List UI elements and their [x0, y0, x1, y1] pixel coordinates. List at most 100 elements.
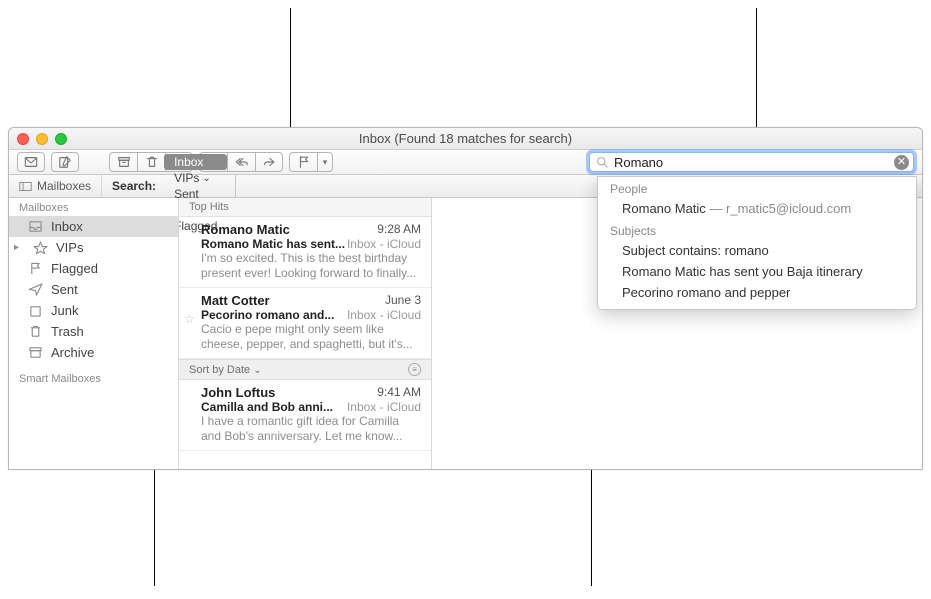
message-folder: Inbox - iCloud [347, 308, 421, 322]
chevron-down-icon: ⌄ [202, 173, 210, 184]
sidebar: Mailboxes Inbox ▸ VIPs Flagged Sent Junk Trash… [9, 198, 179, 469]
suggestion-text: Subject contains: romano [622, 243, 769, 258]
suggestion-item[interactable]: Romano Matic has sent you Baja itinerary [598, 261, 916, 282]
suggestion-text: Pecorino romano and pepper [622, 285, 790, 300]
message-subject: Camilla and Bob anni... [201, 400, 333, 414]
forward-icon [262, 155, 276, 169]
flag-group: ▾ [289, 152, 333, 172]
message-folder: Inbox - iCloud [347, 400, 421, 414]
sidebar-section-mailboxes: Mailboxes [9, 198, 178, 216]
trash-icon [27, 325, 43, 339]
star-icon [32, 241, 48, 255]
filter-icon: ≡ [412, 365, 417, 374]
trash-icon [145, 155, 159, 169]
compose-icon [58, 155, 72, 169]
suggestion-section-header: Subjects [598, 219, 916, 240]
message-time: June 3 [385, 293, 421, 308]
sidebar-item-label: Sent [51, 282, 78, 297]
vip-star-icon[interactable]: ☆ [184, 312, 195, 326]
window-controls [17, 133, 67, 145]
sent-icon [27, 283, 43, 297]
message-subject: Romano Matic has sent... [201, 237, 345, 251]
close-button[interactable] [17, 133, 29, 145]
search-field[interactable]: ✕ [589, 152, 914, 172]
sidebar-item-trash[interactable]: Trash [9, 321, 178, 342]
suggestion-item[interactable]: Pecorino romano and pepper [598, 282, 916, 303]
window-title: Inbox (Found 18 matches for search) [359, 131, 572, 146]
flag-menu-button[interactable]: ▾ [317, 152, 333, 172]
archive-button[interactable] [109, 152, 137, 172]
sidebar-item-label: Inbox [51, 219, 83, 234]
junk-icon [27, 304, 43, 318]
mail-window: Inbox (Found 18 matches for search) [8, 127, 923, 470]
search-suggestions: PeopleRomano Matic — r_matic5@icloud.com… [597, 176, 917, 310]
clear-search-button[interactable]: ✕ [894, 155, 909, 170]
filter-tab-vips[interactable]: VIPs⌄ [164, 170, 227, 186]
archive-box-icon [117, 155, 131, 169]
reply-all-icon [235, 155, 249, 169]
sidebar-item-label: Flagged [51, 261, 98, 276]
message-preview: I'm so excited. This is the best birthda… [201, 251, 421, 281]
sort-label: Sort by Date [189, 364, 250, 376]
minimize-button[interactable] [36, 133, 48, 145]
sidebar-item-label: VIPs [56, 240, 83, 255]
sidebar-item-archive[interactable]: Archive [9, 342, 178, 363]
flag-icon [297, 155, 311, 169]
filter-unread-button[interactable]: ≡ [408, 363, 421, 376]
mailboxes-toggle[interactable]: Mailboxes [9, 175, 102, 197]
delete-button[interactable] [137, 152, 165, 172]
compose-button[interactable] [51, 152, 79, 172]
sidebar-item-label: Junk [51, 303, 78, 318]
message-from: Matt Cotter [201, 293, 270, 308]
message-time: 9:28 AM [377, 222, 421, 237]
message-preview: I have a romantic gift idea for Camilla … [201, 414, 421, 444]
message-list-header: Top Hits [179, 198, 431, 217]
sidebar-item-vips[interactable]: ▸ VIPs [9, 237, 178, 258]
filter-tab-inbox[interactable]: Inbox [164, 154, 227, 170]
sidebar-item-label: Trash [51, 324, 84, 339]
sidebar-item-flagged[interactable]: Flagged [9, 258, 178, 279]
message-preview: Cacio e pepe might only seem like cheese… [201, 322, 421, 352]
suggestion-item[interactable]: Romano Matic — r_matic5@icloud.com [598, 198, 916, 219]
toolbar: ▾ ✕ [9, 150, 922, 175]
get-mail-button[interactable] [17, 152, 45, 172]
message-row[interactable]: ☆ Matt Cotter June 3 Pecorino romano and...… [179, 288, 431, 359]
disclosure-triangle-icon[interactable]: ▸ [14, 242, 24, 253]
message-list: Top Hits Romano Matic9:28 AMRomano Matic… [179, 198, 432, 469]
message-from: Romano Matic [201, 222, 290, 237]
sort-bar[interactable]: Sort by Date ⌄ ≡ [179, 359, 431, 380]
envelope-icon [24, 155, 38, 169]
search-icon [596, 156, 609, 169]
sidebar-section-smart: Smart Mailboxes [9, 369, 178, 387]
sidebar-icon [19, 181, 32, 192]
titlebar: Inbox (Found 18 matches for search) [9, 128, 922, 150]
suggestion-item[interactable]: Subject contains: romano [598, 240, 916, 261]
search-scope-label: Search: [102, 179, 164, 193]
sidebar-item-label: Archive [51, 345, 94, 360]
reply-all-button[interactable] [227, 152, 255, 172]
message-row[interactable]: John Loftus 9:41 AM Camilla and Bob anni..… [179, 380, 431, 451]
message-row[interactable]: Romano Matic 9:28 AM Romano Matic has sent… [179, 217, 431, 288]
sidebar-item-inbox[interactable]: Inbox [9, 216, 178, 237]
inbox-icon [27, 220, 43, 234]
sidebar-item-junk[interactable]: Junk [9, 300, 178, 321]
suggestion-text: Romano Matic has sent you Baja itinerary [622, 264, 863, 279]
sidebar-item-sent[interactable]: Sent [9, 279, 178, 300]
archive-icon [27, 346, 43, 360]
suggestion-text: Romano Matic [622, 201, 706, 216]
chevron-down-icon: ⌄ [253, 365, 261, 376]
callout-line [290, 8, 291, 127]
zoom-button[interactable] [55, 133, 67, 145]
suggestion-detail: — r_matic5@icloud.com [706, 201, 851, 216]
suggestion-section-header: People [598, 177, 916, 198]
search-input[interactable] [614, 155, 894, 170]
flag-button[interactable] [289, 152, 317, 172]
mailboxes-toggle-label: Mailboxes [37, 179, 91, 193]
message-time: 9:41 AM [377, 385, 421, 400]
forward-button[interactable] [255, 152, 283, 172]
chevron-down-icon: ▾ [323, 157, 328, 168]
message-folder: Inbox - iCloud [347, 237, 421, 251]
flag-icon [27, 262, 43, 276]
message-subject: Pecorino romano and... [201, 308, 334, 322]
message-from: John Loftus [201, 385, 275, 400]
